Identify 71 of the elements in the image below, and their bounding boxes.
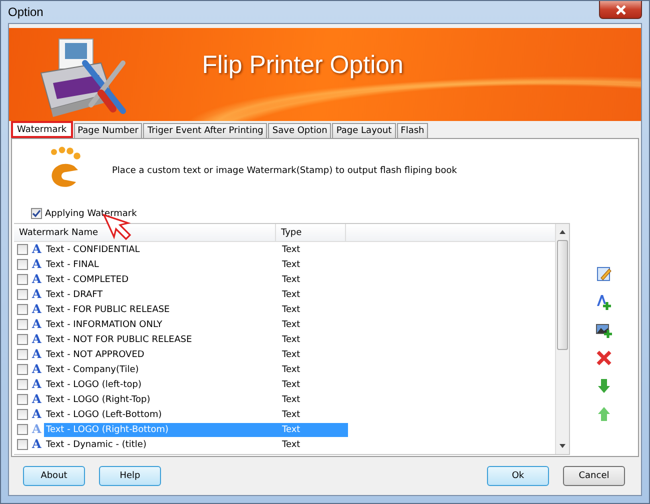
- text-type-icon: A: [32, 408, 44, 421]
- tab[interactable]: Watermark: [11, 121, 73, 138]
- list-item[interactable]: Text - CONFIDENTIAL Text: [44, 242, 348, 256]
- text-type-icon: A: [32, 303, 44, 316]
- list-item[interactable]: Text - LOGO (Left-Bottom) Text: [44, 408, 348, 422]
- close-icon: [596, 350, 612, 366]
- up-arrow-icon: [597, 406, 611, 422]
- tab[interactable]: Flash: [396, 123, 428, 138]
- pencil-page-icon: [596, 266, 612, 282]
- row-checkbox[interactable]: [17, 289, 28, 300]
- list-item[interactable]: Text - FINAL Text: [44, 258, 348, 272]
- dialog-button[interactable]: Cancel: [563, 466, 625, 486]
- tab[interactable]: Triger Event After Printing: [143, 123, 268, 138]
- text-type-icon: A: [32, 318, 44, 331]
- scrollbar[interactable]: [555, 224, 569, 454]
- column-header[interactable]: Watermark Name: [14, 224, 276, 241]
- list-item[interactable]: Text - NOT FOR PUBLIC RELEASE Text: [44, 332, 348, 346]
- row-checkbox[interactable]: [17, 424, 28, 435]
- close-button[interactable]: [599, 1, 642, 19]
- list-item[interactable]: Text - LOGO (Right-Top) Text: [44, 392, 348, 406]
- text-type-icon: A: [32, 288, 44, 301]
- row-checkbox[interactable]: [17, 439, 28, 450]
- letter-plus-icon: [596, 294, 612, 310]
- banner-title: Flip Printer Option: [202, 51, 404, 80]
- row-checkbox[interactable]: [17, 259, 28, 270]
- image-plus-icon: [596, 322, 612, 338]
- text-type-icon: A: [32, 393, 44, 406]
- column-header[interactable]: Type: [276, 224, 346, 241]
- text-type-icon: A: [32, 273, 44, 286]
- row-checkbox[interactable]: [17, 394, 28, 405]
- list-item[interactable]: Text - Dynamic - (title) Text: [44, 438, 348, 452]
- text-type-icon: A: [32, 348, 44, 361]
- window-title: Option: [8, 5, 44, 19]
- list-item[interactable]: Text - INFORMATION ONLY Text: [44, 318, 348, 332]
- dialog-button[interactable]: Help: [99, 466, 161, 486]
- checkbox[interactable]: [31, 208, 42, 219]
- tab[interactable]: Save Option: [268, 123, 332, 138]
- list-item[interactable]: Text - DRAFT Text: [44, 288, 348, 302]
- close-icon: [614, 4, 626, 14]
- list-item[interactable]: Text - NOT APPROVED Text: [44, 348, 348, 362]
- down-arrow-icon: [597, 378, 611, 394]
- dialog-button[interactable]: About: [23, 466, 85, 486]
- text-type-icon: A: [32, 363, 44, 376]
- delete-button[interactable]: [594, 349, 614, 367]
- row-checkbox[interactable]: [17, 244, 28, 255]
- dialog-button[interactable]: Ok: [487, 466, 549, 486]
- row-checkbox[interactable]: [17, 379, 28, 390]
- row-checkbox[interactable]: [17, 334, 28, 345]
- text-type-icon: A: [32, 423, 44, 436]
- add-image-button[interactable]: [594, 321, 614, 339]
- row-checkbox[interactable]: [17, 409, 28, 420]
- row-checkbox[interactable]: [17, 364, 28, 375]
- text-type-icon: A: [32, 243, 44, 256]
- edit-button[interactable]: [594, 265, 614, 283]
- row-checkbox[interactable]: [17, 274, 28, 285]
- tab[interactable]: Page Layout: [332, 123, 396, 138]
- row-checkbox[interactable]: [17, 319, 28, 330]
- add-text-button[interactable]: [594, 293, 614, 311]
- text-type-icon: A: [32, 378, 44, 391]
- text-type-icon: A: [32, 333, 44, 346]
- text-type-icon: A: [32, 438, 44, 451]
- tab[interactable]: Page Number: [74, 123, 142, 138]
- list-item[interactable]: Text - Company(Tile) Text: [44, 362, 348, 376]
- row-checkbox[interactable]: [17, 304, 28, 315]
- list-item[interactable]: Text - COMPLETED Text: [44, 272, 348, 286]
- list-item[interactable]: Text - LOGO (left-top) Text: [44, 378, 348, 392]
- text-type-icon: A: [32, 258, 44, 271]
- checkbox-label: Applying Watermark: [45, 208, 137, 218]
- list-item[interactable]: Text - FOR PUBLIC RELEASE Text: [44, 302, 348, 316]
- row-checkbox[interactable]: [17, 349, 28, 360]
- description-text: Place a custom text or image Watermark(Stamp) to output flash fliping book: [112, 166, 457, 176]
